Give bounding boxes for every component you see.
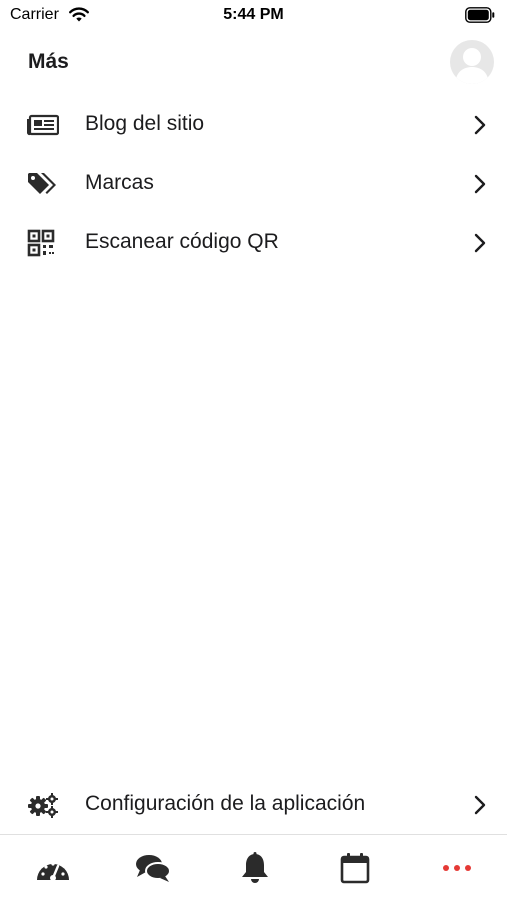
gears-icon [27,792,59,818]
clock: 5:44 PM [223,6,284,23]
menu-item-label: Blog del sitio [85,112,205,135]
tab-calendar[interactable] [330,849,380,887]
header: Más [0,40,507,88]
avatar[interactable] [450,40,494,84]
tab-dashboard[interactable] [28,849,78,887]
chevron-right-icon [474,795,486,815]
menu-list: Blog del sitio Marcas Escanear código QR [0,95,507,272]
menu-item-label: Marcas [85,171,154,194]
bell-icon [242,852,268,883]
chevron-right-icon [474,233,486,253]
dashboard-icon [37,862,69,881]
qr-code-icon [27,229,59,257]
menu-item-blog[interactable]: Blog del sitio [0,95,507,154]
app-settings-row[interactable]: Configuración de la aplicación [0,775,507,833]
menu-item-marcas[interactable]: Marcas [0,154,507,213]
user-icon [455,48,489,84]
battery-icon [465,7,495,23]
page-title: Más [28,50,69,73]
tab-notifications[interactable] [230,849,280,887]
chat-icon [136,855,171,882]
calendar-icon [340,853,370,884]
app-settings-label: Configuración de la aplicación [85,792,366,815]
tags-icon [27,170,59,198]
chevron-right-icon [474,174,486,194]
chevron-right-icon [474,115,486,135]
menu-item-label: Escanear código QR [85,230,279,253]
more-dots-icon [443,865,471,871]
tab-chat[interactable] [128,849,178,887]
menu-item-qr[interactable]: Escanear código QR [0,213,507,272]
status-bar: Carrier 5:44 PM [0,0,507,32]
tab-bar [0,834,507,901]
newspaper-icon [27,111,59,139]
tab-more[interactable] [432,849,482,887]
